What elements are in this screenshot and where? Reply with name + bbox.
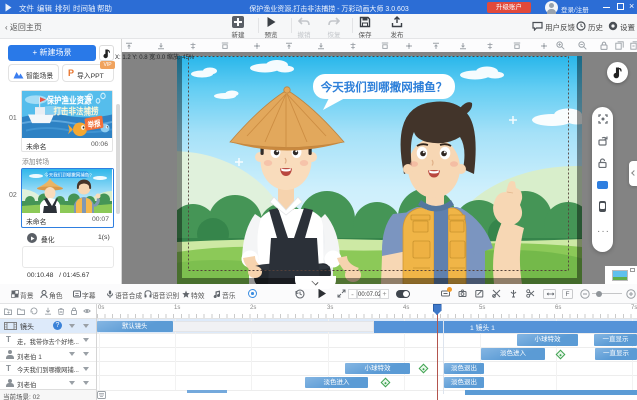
svg-text:保护渔业资源: 保护渔业资源 xyxy=(46,95,92,106)
svg-text:今天我们到哪撒网捕鱼?: 今天我们到哪撒网捕鱼? xyxy=(44,172,92,179)
svg-text:打击非法捕捞: 打击非法捕捞 xyxy=(54,106,99,117)
